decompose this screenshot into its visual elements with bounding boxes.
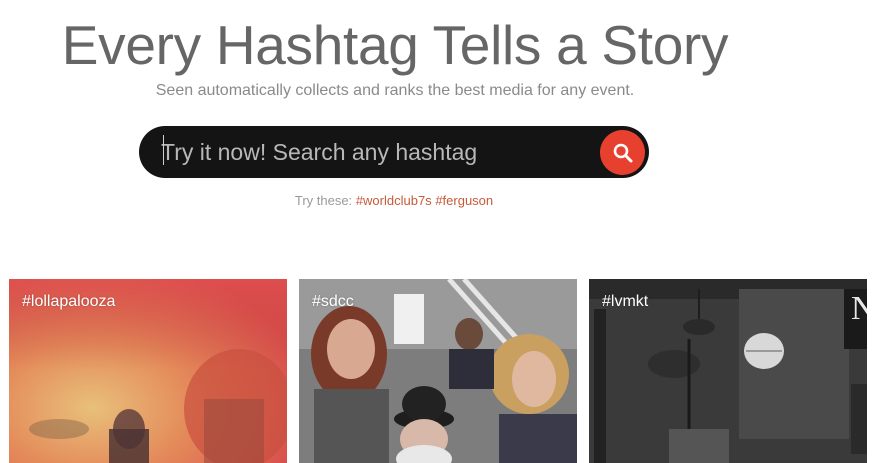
tile-label: #sdcc <box>312 293 354 310</box>
hero-title: Every Hashtag Tells a Story <box>61 14 729 76</box>
tile-sdcc[interactable]: #sdcc <box>299 279 577 463</box>
suggestions: Try these: #worldclub7s #ferguson <box>0 193 788 209</box>
tile-lvmkt[interactable]: N #lvmkt <box>589 279 867 463</box>
tile-label: #lollapalooza <box>22 293 116 310</box>
tile-label: #lvmkt <box>602 293 649 310</box>
search-button[interactable] <box>600 130 645 175</box>
hero-subtitle: Seen automatically collects and ranks th… <box>155 82 635 99</box>
search-icon <box>613 143 632 162</box>
suggestion-ferguson[interactable]: #ferguson <box>435 193 493 208</box>
suggestions-prefix: Try these: <box>294 193 353 208</box>
suggestion-worldclub7s[interactable]: #worldclub7s <box>356 193 432 208</box>
tile-lollapalooza[interactable]: #lollapalooza <box>9 279 287 463</box>
search-input[interactable] <box>161 134 581 170</box>
search-bar <box>139 126 649 178</box>
text-caret <box>163 135 164 165</box>
svg-text:N: N <box>851 290 867 327</box>
